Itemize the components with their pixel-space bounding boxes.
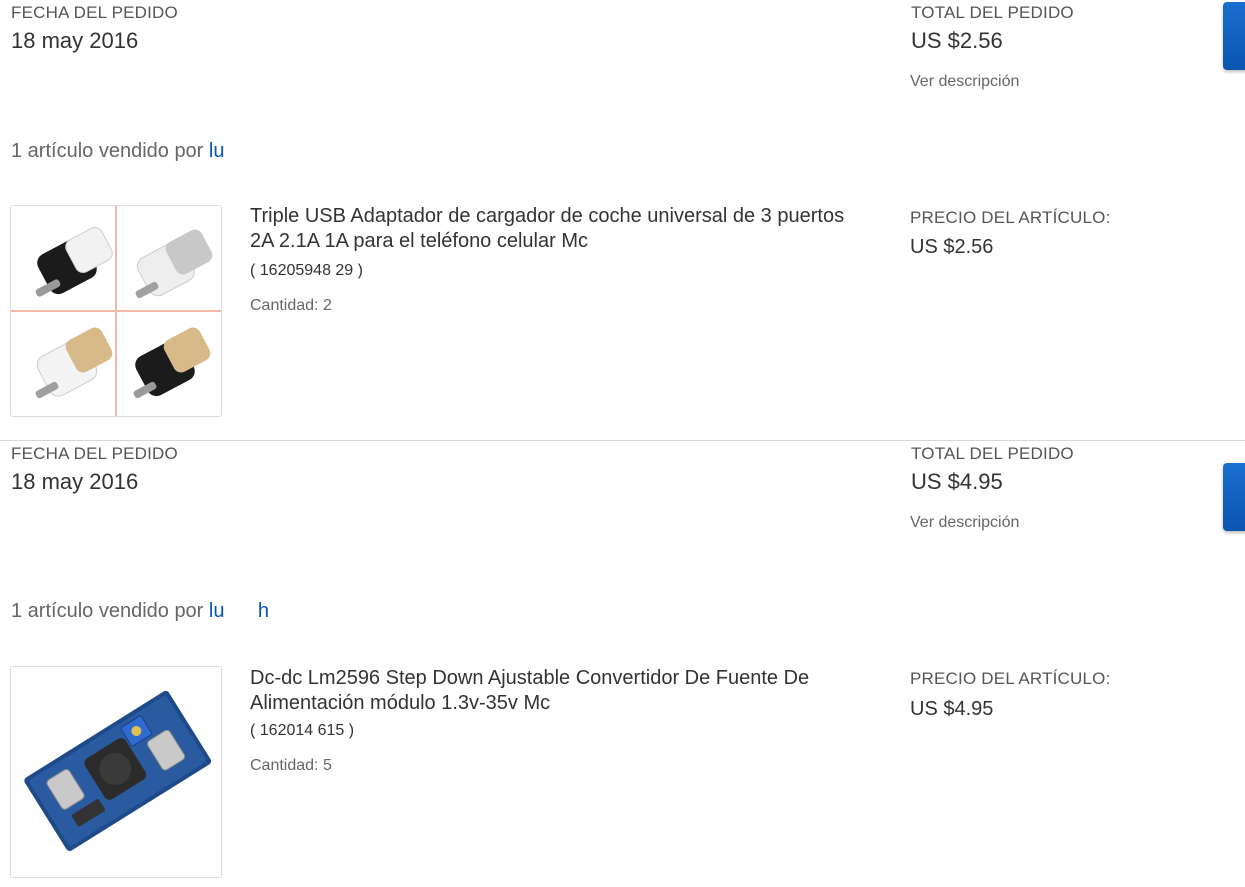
seller-link[interactable]: lu h [209, 600, 269, 622]
item-quantity: Cantidad: 5 [250, 757, 332, 774]
order-date: 18 may 2016 [11, 469, 139, 494]
sold-by-text: 1 artículo vendido por [11, 140, 209, 162]
item-quantity: Cantidad: 2 [250, 297, 332, 314]
item-title-link[interactable]: Dc-dc Lm2596 Step Down Ajustable Convert… [250, 666, 860, 716]
order-date-label: FECHA DEL PEDIDO [11, 3, 178, 22]
item-price-label: PRECIO DEL ARTÍCULO: [910, 208, 1111, 227]
order-total: US $4.95 [911, 469, 1003, 494]
order-action-button[interactable] [1223, 2, 1245, 70]
item-number: ( 16205948 29 ) [250, 262, 363, 279]
sold-by-line: 1 artículo vendido por lu [11, 140, 224, 163]
item-price-label: PRECIO DEL ARTÍCULO: [910, 669, 1111, 688]
order-total-label: TOTAL DEL PEDIDO [911, 3, 1074, 22]
order-card: FECHA DEL PEDIDO 18 may 2016 TOTAL DEL P… [0, 441, 1245, 887]
dc-converter-board-image[interactable] [10, 666, 222, 878]
seller-link[interactable]: lu [209, 140, 225, 162]
view-description-link[interactable]: Ver descripción [910, 73, 1019, 91]
sold-by-line: 1 artículo vendido por lu h [11, 600, 269, 623]
item-title-link[interactable]: Triple USB Adaptador de cargador de coch… [250, 204, 860, 254]
item-price: US $2.56 [910, 236, 994, 258]
order-date-label: FECHA DEL PEDIDO [11, 444, 178, 463]
order-total-label: TOTAL DEL PEDIDO [911, 444, 1074, 463]
item-price: US $4.95 [910, 698, 994, 720]
sold-by-text: 1 artículo vendido por [11, 600, 209, 622]
usb-car-charger-image-art [11, 206, 221, 416]
dc-converter-board-image-art [24, 690, 212, 851]
order-card: FECHA DEL PEDIDO 18 may 2016 TOTAL DEL P… [0, 0, 1245, 440]
usb-car-charger-image[interactable] [10, 205, 222, 417]
order-total: US $2.56 [911, 28, 1003, 53]
view-description-link[interactable]: Ver descripción [910, 514, 1019, 532]
item-number: ( 162014 615 ) [250, 722, 355, 739]
order-action-button[interactable] [1223, 463, 1245, 531]
order-date: 18 may 2016 [11, 28, 139, 53]
